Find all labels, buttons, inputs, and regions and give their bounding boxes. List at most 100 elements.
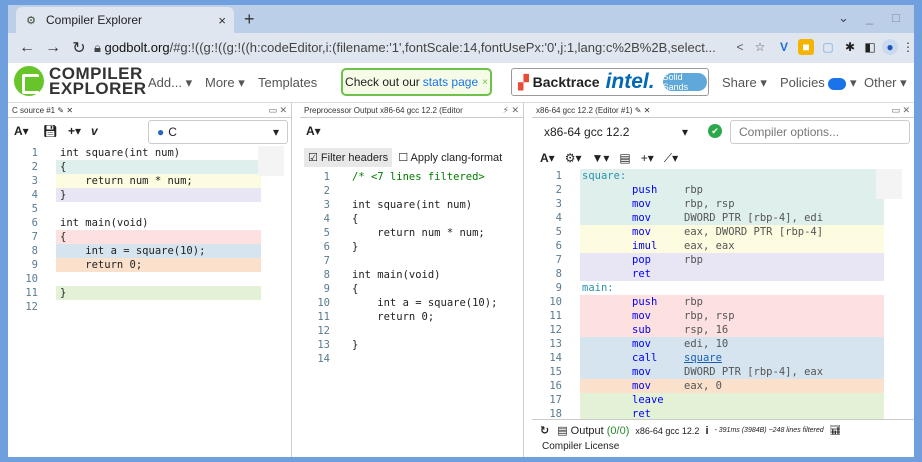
vue-extension-icon[interactable]: V bbox=[776, 39, 792, 55]
stats-close-icon[interactable]: × bbox=[482, 77, 488, 88]
line-number: 10 bbox=[549, 296, 562, 308]
save-icon[interactable]: 💾︎ bbox=[43, 124, 58, 138]
line-text: int a = square(10); bbox=[60, 245, 206, 257]
line-number: 6 bbox=[323, 241, 330, 253]
preprocessor-tab[interactable]: Preprocessor Output x86-64 gcc 12.2 (Edi… bbox=[300, 103, 523, 118]
preprocessor-toolbar: A▾ bbox=[300, 118, 523, 144]
line-highlight bbox=[56, 286, 261, 300]
new-tab-icon[interactable]: + bbox=[244, 9, 255, 29]
browser-window: ⚙ Compiler Explorer × + ⌄ _ □ ← → ↻ 🔒︎ g… bbox=[8, 5, 914, 457]
libraries-icon[interactable]: ▤ bbox=[619, 151, 630, 165]
puzzle-extensions-icon[interactable]: ✱ bbox=[842, 39, 858, 55]
reload-icon[interactable]: ↻ bbox=[66, 38, 92, 58]
extension-icon[interactable]: ■ bbox=[798, 39, 814, 55]
output-bar: ↻ ▤ Output (0/0) x86-64 gcc 12.2 i - 391… bbox=[532, 419, 914, 441]
recompile-icon[interactable]: ↻ bbox=[540, 424, 549, 437]
info-icon[interactable]: i bbox=[705, 425, 708, 437]
compiler-select[interactable]: x86-64 gcc 12.2 ▾ bbox=[536, 120, 696, 144]
asm-mnemonic: mov bbox=[632, 226, 651, 238]
asm-label: square: bbox=[582, 170, 627, 182]
code-line: 10 int a = square(10); bbox=[300, 296, 523, 310]
code-line: 2{ bbox=[8, 160, 291, 174]
code-line: 6 int main(void) bbox=[8, 216, 291, 230]
source-tab[interactable]: C source #1 ✎ ✕ ▭ ✕ bbox=[8, 103, 291, 118]
line-number: 3 bbox=[31, 175, 38, 187]
other-menu[interactable]: Other ▾ bbox=[864, 75, 907, 91]
line-text: int main(void) bbox=[352, 269, 441, 281]
ce-logo[interactable]: COMPILER EXPLORER bbox=[14, 65, 147, 97]
line-highlight bbox=[580, 337, 884, 351]
assembly-editor[interactable]: 1 square: 2 push rbp 3 mov rbp, rsp 4 mov DWORD PT… bbox=[532, 169, 914, 419]
add-new-icon[interactable]: +▾ bbox=[641, 151, 654, 165]
sponsor-banner[interactable]: ▞ Backtrace intel. Solid Sands bbox=[511, 68, 709, 96]
pane-controls-icon: ▭ ✕ bbox=[268, 105, 287, 115]
source-editor[interactable]: 1 int square(int num) 2{3 return num * num… bbox=[8, 146, 291, 456]
browser-menu-icon[interactable]: ⋮ bbox=[900, 39, 914, 55]
line-number: 1 bbox=[31, 147, 38, 159]
share-menu[interactable]: Share ▾ bbox=[722, 75, 767, 91]
line-number: 3 bbox=[555, 198, 562, 210]
line-number: 2 bbox=[323, 185, 330, 197]
stats-link[interactable]: stats page bbox=[423, 75, 478, 89]
url-field[interactable]: 🔒︎ godbolt.org/#g:!((g:!((g:!((h:codeEdi… bbox=[94, 40, 716, 56]
line-number: 13 bbox=[317, 339, 330, 351]
asm-operands: eax, DWORD PTR [rbp-4] bbox=[684, 226, 824, 238]
pane-controls-icon: ▭ ✕ bbox=[891, 105, 910, 115]
clang-format-checkbox[interactable]: ☐ Apply clang-format bbox=[398, 151, 502, 164]
font-size-icon[interactable]: A▾ bbox=[306, 124, 321, 138]
bookmark-star-icon[interactable]: ☆ bbox=[752, 39, 768, 55]
sidebar-icon[interactable]: ◧ bbox=[862, 39, 878, 55]
profile-avatar-icon[interactable]: ● bbox=[882, 39, 898, 55]
code-line: 14 bbox=[300, 352, 523, 366]
settings-gear-icon[interactable]: ⚙▾ bbox=[565, 151, 582, 165]
forward-icon[interactable]: → bbox=[40, 39, 66, 57]
tab-list-icon[interactable]: ⌄ bbox=[838, 10, 849, 26]
preprocessor-editor[interactable]: 1 /* <7 lines filtered> 2 3 int square(int n… bbox=[300, 170, 523, 456]
line-text: } bbox=[352, 339, 359, 351]
line-highlight bbox=[580, 393, 884, 407]
maximize-icon[interactable]: □ bbox=[892, 10, 900, 25]
add-menu[interactable]: Add... ▾ bbox=[148, 75, 192, 91]
vim-icon[interactable]: v bbox=[91, 124, 98, 138]
code-line: 1 int square(int num) bbox=[8, 146, 291, 160]
language-select[interactable]: ● C ▾ bbox=[148, 120, 288, 144]
document-extension-icon[interactable]: ▢ bbox=[820, 39, 836, 55]
browser-tab[interactable]: ⚙ Compiler Explorer × bbox=[16, 7, 234, 33]
line-number: 1 bbox=[323, 171, 330, 183]
code-line: 9 return 0; bbox=[8, 258, 291, 272]
more-menu[interactable]: More ▾ bbox=[205, 75, 245, 91]
tools-icon[interactable]: ⟋▾ bbox=[664, 151, 678, 166]
asm-operands: rbp bbox=[684, 296, 703, 308]
compiler-license-link[interactable]: Compiler License bbox=[532, 441, 914, 457]
assembly-tab[interactable]: x86-64 gcc 12.2 (Editor #1) ✎ ✕ ▭ ✕ bbox=[532, 103, 914, 118]
back-icon[interactable]: ← bbox=[14, 39, 40, 57]
asm-operands[interactable]: square bbox=[684, 351, 722, 365]
source-minimap[interactable] bbox=[258, 146, 284, 176]
minimize-icon[interactable]: _ bbox=[866, 10, 873, 25]
policies-menu[interactable]: Policies ▾ bbox=[780, 75, 857, 91]
asm-operands: DWORD PTR [rbp-4], edi bbox=[684, 212, 824, 224]
edit-icon: ✎ bbox=[57, 105, 65, 115]
asm-toolbar: A▾ ⚙▾ ▼▾ ▤ +▾ ⟋▾ bbox=[532, 147, 914, 169]
font-size-icon[interactable]: A▾ bbox=[14, 124, 29, 138]
templates-button[interactable]: Templates bbox=[258, 75, 317, 90]
line-number: 18 bbox=[549, 408, 562, 419]
asm-operands: rbp, rsp bbox=[684, 198, 735, 210]
policy-badge-icon bbox=[828, 77, 847, 90]
line-number: 9 bbox=[31, 259, 38, 271]
chart-icon[interactable]: 📊︎ bbox=[830, 425, 841, 436]
output-compiler: x86-64 gcc 12.2 bbox=[635, 425, 700, 436]
tab-close-icon[interactable]: × bbox=[218, 13, 226, 28]
code-line: 11} bbox=[8, 286, 291, 300]
line-text: { bbox=[352, 283, 359, 295]
share-page-icon[interactable]: < bbox=[732, 39, 748, 55]
filter-icon[interactable]: ▼▾ bbox=[591, 151, 609, 165]
font-size-icon[interactable]: A▾ bbox=[540, 151, 555, 165]
filter-headers-checkbox[interactable]: ☑ Filter headers bbox=[304, 147, 393, 167]
filter-bar: ☑ Filter headers ☐ Apply clang-format bbox=[300, 144, 523, 170]
compiler-options-input[interactable]: Compiler options... bbox=[730, 120, 910, 144]
output-button[interactable]: ▤ Output (0/0) bbox=[557, 424, 629, 437]
close-tab-icon: ✕ bbox=[66, 105, 74, 115]
asm-minimap[interactable] bbox=[876, 169, 902, 199]
add-new-icon[interactable]: +▾ bbox=[68, 124, 81, 138]
